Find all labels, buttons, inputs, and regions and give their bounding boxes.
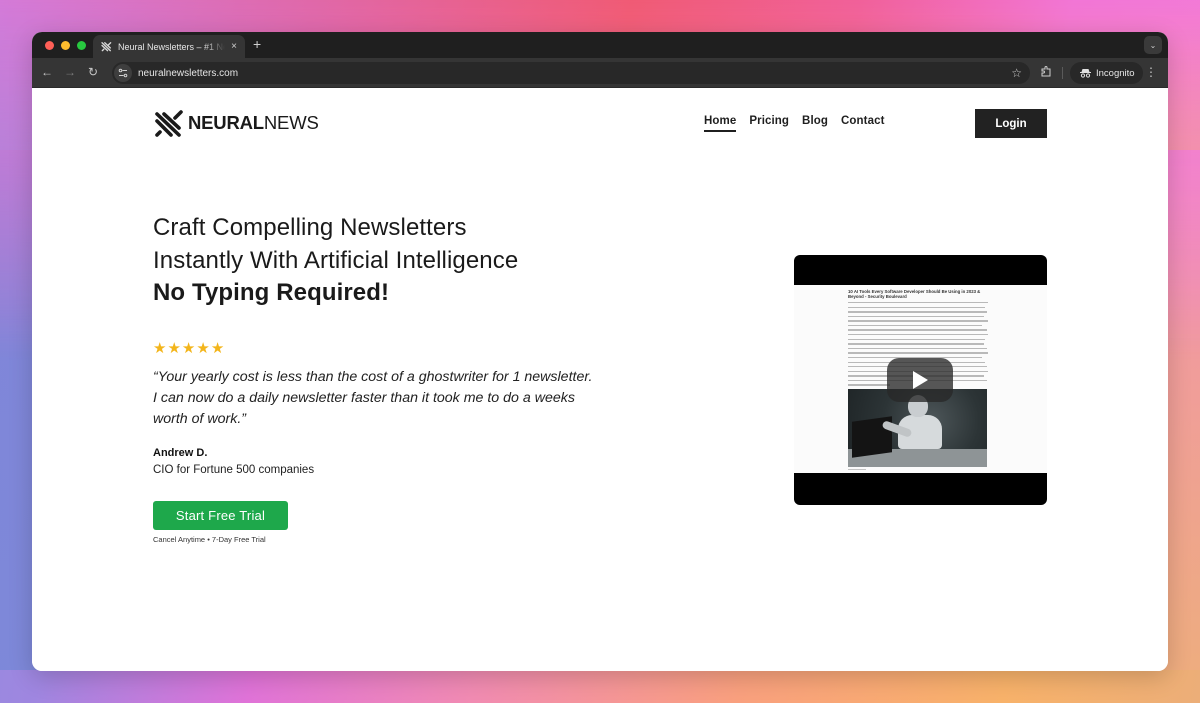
video-text-line [848,311,987,313]
minimize-window-button[interactable] [61,41,70,50]
demo-video-player[interactable]: 10 AI Tools Every Software Developer Sho… [794,255,1047,505]
login-button[interactable]: Login [975,109,1047,138]
address-bar[interactable]: neuralnewsletters.com ☆ [112,62,1030,84]
url-text: neuralnewsletters.com [138,67,239,79]
video-text-line [848,329,987,331]
video-text-line [848,384,890,386]
video-text-line [848,320,988,322]
star-icon: ★ [210,340,225,357]
testimonial-author: Andrew D. [153,447,208,459]
toolbar-divider [1062,67,1063,79]
incognito-icon [1080,69,1091,78]
browser-menu-button[interactable]: ⋮ [1145,65,1157,79]
incognito-profile-button[interactable]: Incognito [1070,62,1143,84]
trial-note: Cancel Anytime • 7-Day Free Trial [153,535,266,544]
bookmark-star-icon[interactable]: ☆ [1011,66,1022,80]
video-text-line [848,302,988,304]
neural-news-logo-icon [155,110,183,137]
testimonial-quote: “Your yearly cost is less than the cost … [153,369,593,427]
close-tab-icon[interactable]: × [231,41,237,52]
logo-wordmark: NEURALNEWS [188,112,319,134]
forward-button[interactable]: → [64,65,76,79]
headline-line-2: Instantly With Artificial Intelligence [153,246,519,274]
new-tab-button[interactable]: + [253,37,261,51]
video-text-line [848,315,984,318]
video-text-line [848,324,983,327]
reload-button[interactable]: ↻ [88,65,98,79]
video-text-line [848,347,987,350]
play-button[interactable] [887,358,953,402]
maximize-window-button[interactable] [77,41,86,50]
video-article-title: 10 AI Tools Every Software Developer Sho… [848,289,981,300]
window-controls [45,41,86,50]
web-page: NEURALNEWS Home Pricing Blog Contact Log… [32,88,1168,671]
main-nav: Home Pricing Blog Contact [704,115,885,132]
video-image-caption [848,469,866,471]
logo-bold-text: NEURAL [188,112,264,133]
tab-search-button[interactable]: ⌄ [1144,36,1162,54]
star-icon: ★ [167,340,181,357]
video-text-line [848,306,986,308]
star-rating: ★ ★ ★ ★ ★ [153,341,224,356]
neural-news-favicon-icon [101,42,112,52]
start-free-trial-button[interactable]: Start Free Trial [153,501,288,530]
back-button[interactable]: ← [41,65,53,79]
browser-toolbar: ← → ↻ neuralnewsletters.com ☆ Incognito … [32,58,1168,88]
nav-pricing[interactable]: Pricing [749,115,789,132]
nav-blog[interactable]: Blog [802,115,828,132]
testimonial-author-role: CIO for Fortune 500 companies [153,464,315,476]
star-icon: ★ [181,340,196,357]
star-icon: ★ [196,340,210,357]
close-window-button[interactable] [45,41,54,50]
site-settings-icon[interactable] [114,64,132,82]
video-text-line [848,352,988,354]
extensions-puzzle-icon[interactable] [1040,66,1052,78]
star-icon: ★ [153,340,167,357]
video-text-line [848,338,986,341]
nav-contact[interactable]: Contact [841,115,885,132]
tab-strip: Neural Newsletters – #1 News × + ⌄ [32,32,1168,58]
video-text-line [848,334,988,336]
site-logo[interactable]: NEURALNEWS [153,108,319,138]
play-icon [913,371,928,389]
browser-window: Neural Newsletters – #1 News × + ⌄ ← → ↻… [32,32,1168,671]
headline-bold: No Typing Required! [153,279,390,306]
tab-title: Neural Newsletters – #1 News [118,41,225,52]
headline-line-1: Craft Compelling Newsletters [153,214,467,241]
nav-home[interactable]: Home [704,115,737,132]
incognito-label: Incognito [1096,67,1135,79]
hero-headline: Craft Compelling Newsletters Instantly W… [153,212,518,310]
video-text-line [848,343,984,345]
browser-tab[interactable]: Neural Newsletters – #1 News × [93,35,245,58]
logo-light-text: NEWS [263,112,319,133]
